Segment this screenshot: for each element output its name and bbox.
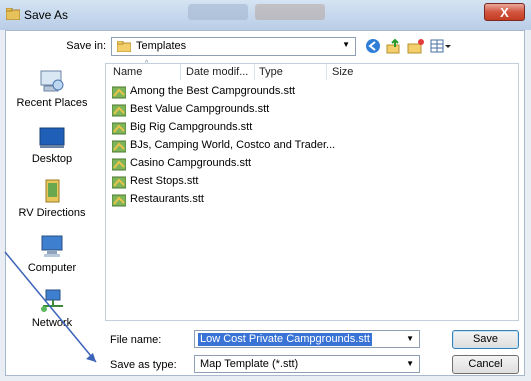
chevron-down-icon: ▼ <box>406 359 414 368</box>
place-label: Network <box>31 317 73 329</box>
place-label: RV Directions <box>18 207 86 219</box>
column-divider <box>180 64 181 80</box>
template-file-icon <box>112 176 126 189</box>
computer-icon <box>38 233 66 259</box>
file-name-input[interactable]: Low Cost Private Campgrounds.stt ▼ <box>194 330 420 348</box>
file-name-value: Low Cost Private Campgrounds.stt <box>198 333 372 346</box>
window-title: Save As <box>24 8 69 22</box>
save-as-type-label: Save as type: <box>110 359 177 371</box>
column-header-type[interactable]: Type <box>259 66 283 78</box>
blurred-background-content <box>188 4 248 20</box>
column-header-date-modified[interactable]: Date modif... <box>186 66 248 78</box>
file-name: Big Rig Campgrounds.stt <box>130 121 253 133</box>
up-folder-icon[interactable] <box>386 37 402 55</box>
chevron-down-icon: ▼ <box>342 40 350 49</box>
place-recent-places[interactable]: Recent Places <box>6 68 98 109</box>
file-name: Restaurants.stt <box>130 193 204 205</box>
template-file-icon <box>112 158 126 171</box>
blurred-background-content <box>255 4 325 20</box>
place-label: Recent Places <box>16 97 88 109</box>
template-file-icon <box>112 194 126 207</box>
file-name: Casino Campgrounds.stt <box>130 157 252 169</box>
close-button[interactable]: X <box>484 3 525 21</box>
template-file-icon <box>112 122 126 135</box>
network-icon <box>38 288 66 314</box>
template-file-icon <box>112 140 126 153</box>
save-button[interactable]: Save <box>452 330 519 349</box>
file-name: Rest Stops.stt <box>130 175 199 187</box>
save-as-window-icon <box>6 8 20 20</box>
new-folder-icon[interactable] <box>407 37 425 55</box>
folder-icon <box>117 41 131 52</box>
desktop-icon <box>38 124 66 150</box>
place-label: Desktop <box>31 153 73 165</box>
column-divider <box>326 64 327 80</box>
chevron-down-icon[interactable]: ▼ <box>406 334 414 343</box>
file-name-label: File name: <box>110 334 162 346</box>
place-label: Computer <box>27 262 77 274</box>
title-bar: Save As X <box>0 0 531 30</box>
save-in-dropdown[interactable]: Templates ▼ <box>111 37 356 56</box>
sort-ascending-icon: ^ <box>145 60 149 67</box>
file-name: BJs, Camping World, Costco and Trader... <box>130 139 336 151</box>
place-desktop[interactable]: Desktop <box>6 124 98 165</box>
file-list[interactable] <box>105 63 519 321</box>
file-name: Among the Best Campgrounds.stt <box>130 85 296 97</box>
template-file-icon <box>112 86 126 99</box>
column-header-name[interactable]: Name <box>113 66 142 78</box>
file-name: Best Value Campgrounds.stt <box>130 103 270 115</box>
back-icon[interactable] <box>365 37 381 55</box>
save-in-label: Save in: <box>66 40 106 52</box>
save-as-type-value: Map Template (*.stt) <box>200 358 299 370</box>
place-network[interactable]: Network <box>6 288 98 329</box>
cancel-button[interactable]: Cancel <box>452 355 519 374</box>
place-rv-directions[interactable]: RV Directions <box>6 178 98 219</box>
recent-places-icon <box>38 68 66 94</box>
column-divider <box>254 64 255 80</box>
save-in-value: Templates <box>136 40 187 52</box>
view-menu-icon[interactable] <box>430 37 452 55</box>
place-computer[interactable]: Computer <box>6 233 98 274</box>
save-as-type-dropdown[interactable]: Map Template (*.stt) ▼ <box>194 355 420 373</box>
template-file-icon <box>112 104 126 117</box>
rv-directions-folder-icon <box>38 178 66 204</box>
column-header-size[interactable]: Size <box>332 66 353 78</box>
